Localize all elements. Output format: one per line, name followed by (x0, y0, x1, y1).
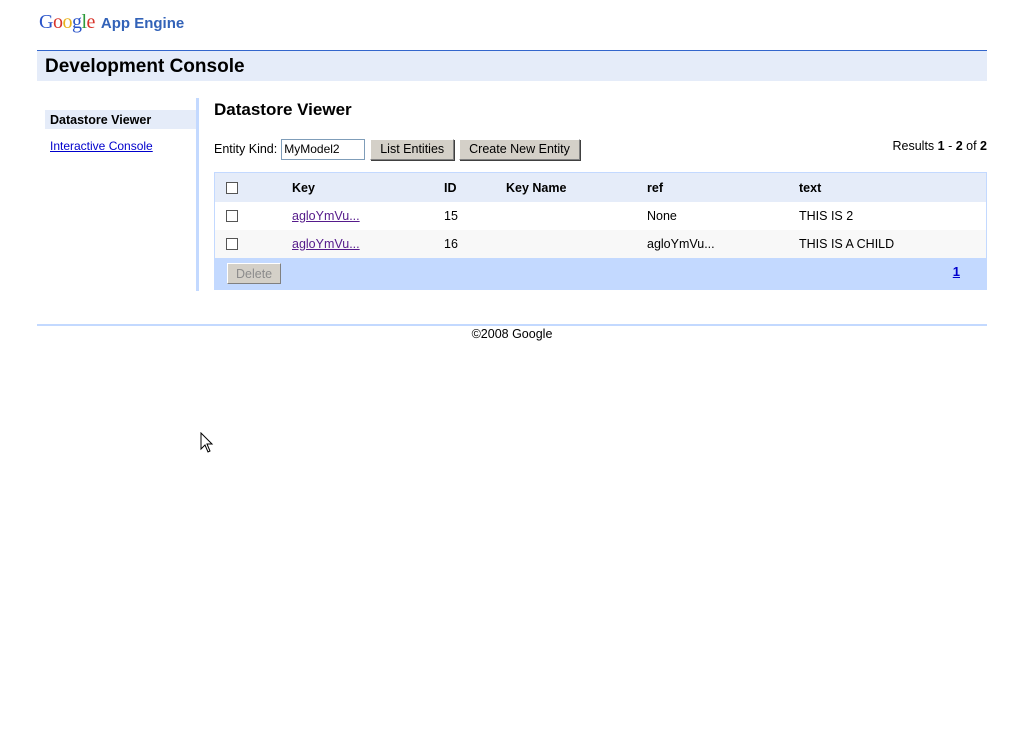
sidebar-item-label: Datastore Viewer (50, 113, 152, 127)
entity-kind-label: Entity Kind: (214, 142, 278, 156)
row-checkbox[interactable] (226, 210, 238, 222)
sidebar-item-datastore-viewer[interactable]: Datastore Viewer (45, 110, 196, 129)
table-header: Key ID Key Name ref text (215, 173, 986, 202)
entity-key-link[interactable]: agloYmVu... (292, 237, 360, 251)
select-all-checkbox[interactable] (226, 181, 238, 194)
entity-text: THIS IS A CHILD (799, 237, 895, 251)
column-header-text[interactable]: text (799, 181, 821, 195)
sidebar: Datastore Viewer Interactive Console (37, 98, 199, 291)
google-app-engine-logo: Google App Engine (39, 11, 184, 35)
entity-id: 15 (444, 209, 458, 223)
copyright: ©2008 Google (471, 327, 553, 341)
results-count: Results 1 - 2 of 2 (892, 139, 988, 153)
entity-kind-input[interactable] (281, 138, 366, 160)
footer-divider (37, 324, 987, 326)
pagination-page-1[interactable]: 1 (953, 264, 960, 279)
create-new-entity-button[interactable]: Create New Entity (459, 138, 580, 160)
table-row: agloYmVu... 16 agloYmVu... THIS IS A CHI… (215, 230, 986, 258)
delete-button[interactable]: Delete (227, 263, 282, 284)
entity-kind-row: Entity Kind: List Entities Create New En… (214, 138, 580, 160)
mouse-pointer-icon (200, 432, 214, 453)
page-title: Development Console (45, 56, 245, 77)
product-name: App Engine (100, 15, 185, 32)
entity-ref: None (647, 209, 677, 223)
section-title: Datastore Viewer (214, 100, 352, 119)
list-entities-button[interactable]: List Entities (370, 138, 455, 160)
column-header-id[interactable]: ID (444, 181, 457, 195)
google-wordmark: Google (39, 11, 95, 33)
column-header-key[interactable]: Key (292, 181, 315, 195)
row-checkbox[interactable] (226, 238, 238, 250)
entity-key-link[interactable]: agloYmVu... (292, 209, 360, 223)
column-header-key-name[interactable]: Key Name (506, 181, 566, 195)
console-header: Development Console (37, 50, 987, 81)
entity-table: Key ID Key Name ref text agloYmVu... 15 … (214, 172, 987, 290)
table-footer: Delete 1 (215, 258, 986, 289)
entity-ref: agloYmVu... (647, 237, 715, 251)
entity-text: THIS IS 2 (799, 209, 854, 223)
sidebar-item-interactive-console[interactable]: Interactive Console (50, 139, 153, 153)
table-row: agloYmVu... 15 None THIS IS 2 (215, 202, 986, 230)
column-header-ref[interactable]: ref (647, 181, 663, 195)
entity-id: 16 (444, 237, 458, 251)
